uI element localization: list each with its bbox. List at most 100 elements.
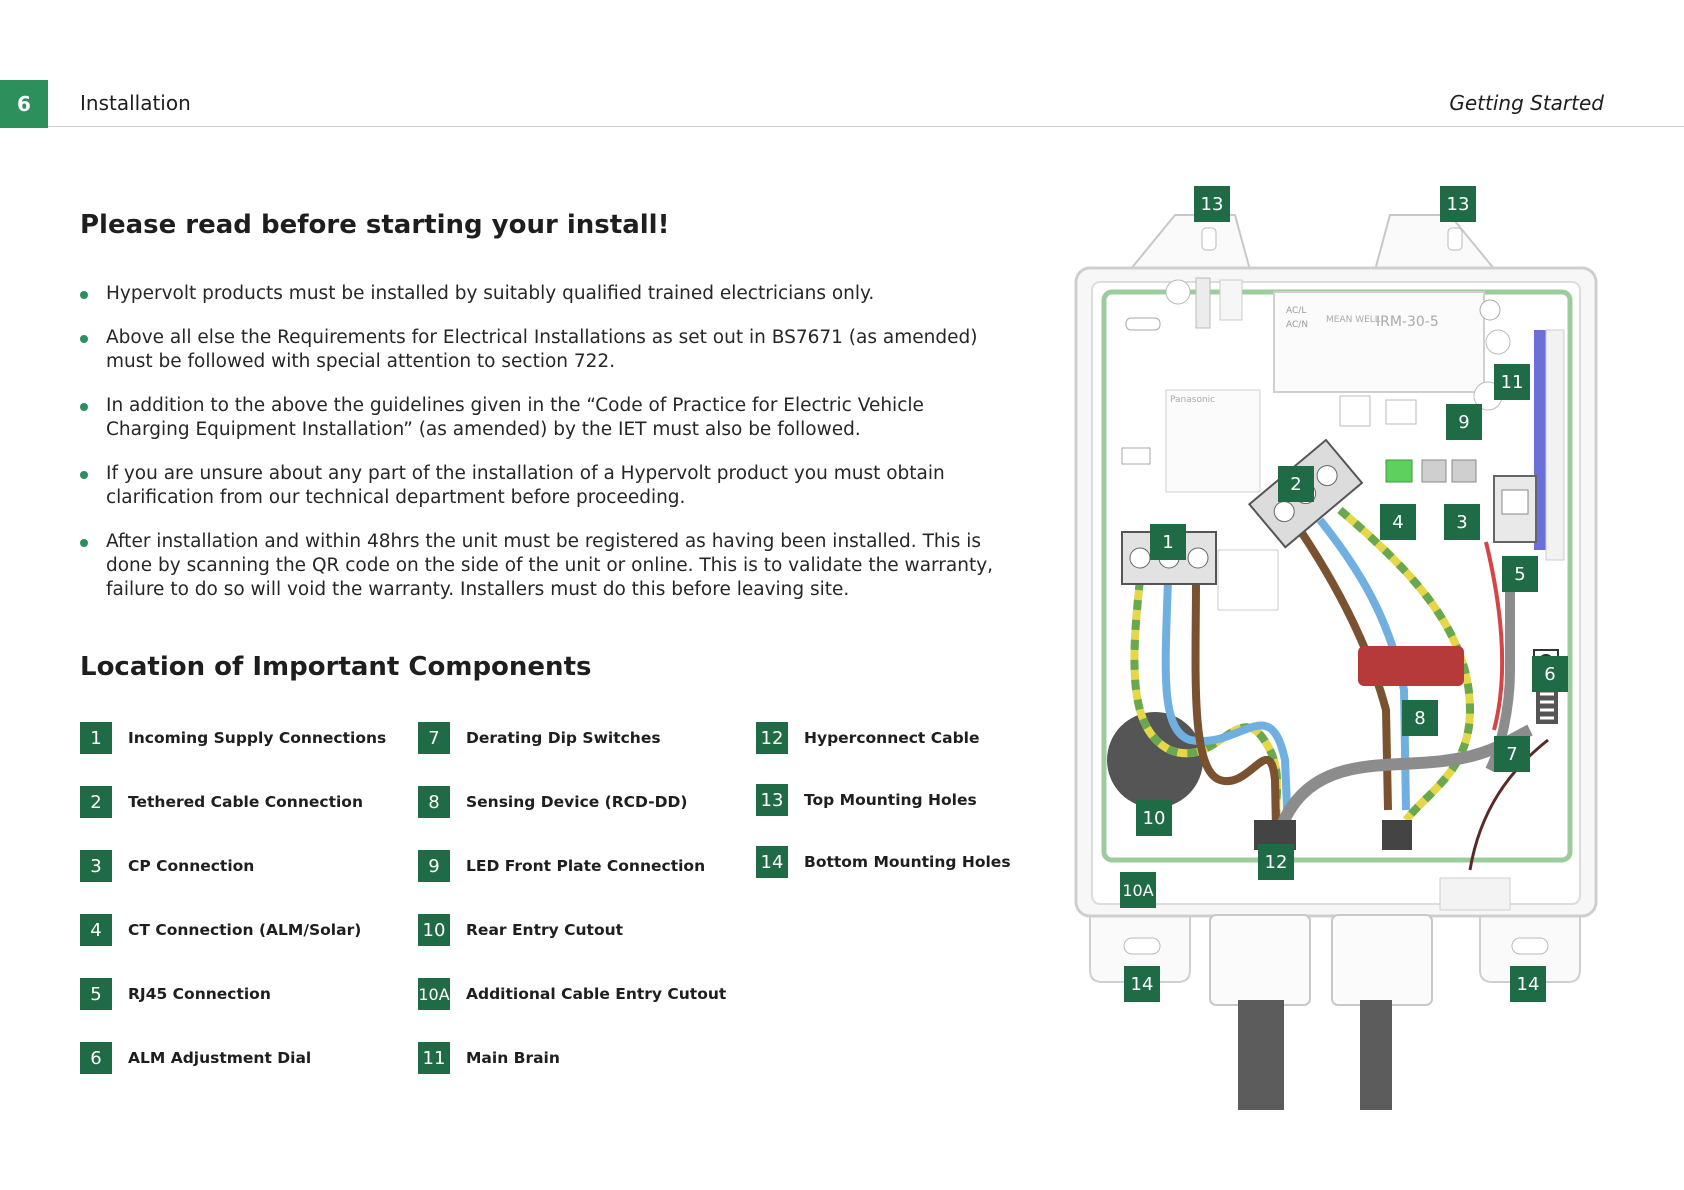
bullet-icon <box>80 291 88 299</box>
section-title: Installation <box>80 91 191 115</box>
callout-2: 2 <box>1278 466 1314 502</box>
callout-5: 5 <box>1502 556 1538 592</box>
pcb-connector <box>1121 447 1151 465</box>
callout-label: 9 <box>1458 412 1469 433</box>
callout-label: 10A <box>1122 881 1153 900</box>
fuse-holder <box>1195 277 1211 329</box>
instruction-text: After installation and within 48hrs the … <box>106 531 994 600</box>
legend-label: CP Connection <box>128 857 255 875</box>
top-mounting-tab-left <box>1127 214 1252 271</box>
legend-label: Derating Dip Switches <box>466 729 661 747</box>
legend-item-7: 7 Derating Dip Switches <box>418 722 661 754</box>
instruction-list: Hypervolt products must be installed by … <box>80 282 1010 622</box>
callout-14-right: 14 <box>1510 966 1546 1002</box>
callout-label: 11 <box>1501 372 1524 393</box>
legend-number: 8 <box>418 786 450 818</box>
callout-6: 6 <box>1532 656 1568 692</box>
instruction-item: If you are unsure about any part of the … <box>80 462 1010 510</box>
cp-connector-b <box>1451 459 1477 483</box>
legend-label: Hyperconnect Cable <box>804 729 980 747</box>
legend-label: CT Connection (ALM/Solar) <box>128 921 362 939</box>
callout-label: 4 <box>1392 512 1403 533</box>
psu-ac-l-label: AC/L <box>1286 306 1306 316</box>
bullet-icon <box>80 539 88 547</box>
instruction-item: Above all else the Requirements for Elec… <box>80 326 1010 374</box>
legend-label: Sensing Device (RCD-DD) <box>466 793 688 811</box>
cable-right <box>1360 1000 1392 1110</box>
legend-item-11: 11 Main Brain <box>418 1042 560 1074</box>
legend-item-9: 9 LED Front Plate Connection <box>418 850 705 882</box>
callout-4: 4 <box>1380 504 1416 540</box>
bullet-icon <box>80 471 88 479</box>
instruction-item: Hypervolt products must be installed by … <box>80 282 1010 306</box>
instruction-text: If you are unsure about any part of the … <box>106 463 945 508</box>
legend-number: 1 <box>80 722 112 754</box>
callout-1: 1 <box>1150 524 1186 560</box>
legend-number: 11 <box>418 1042 450 1074</box>
bullet-icon <box>80 335 88 343</box>
pcb-component <box>1219 279 1243 321</box>
callout-9: 9 <box>1446 404 1482 440</box>
legend-label: Bottom Mounting Holes <box>804 853 1011 871</box>
legend-item-14: 14 Bottom Mounting Holes <box>756 846 1011 878</box>
legend-label: LED Front Plate Connection <box>466 857 706 875</box>
callout-label: 14 <box>1131 974 1154 995</box>
cable-entry-bracket <box>1439 877 1511 911</box>
bullet-icon <box>80 403 88 411</box>
legend-label: RJ45 Connection <box>128 985 271 1003</box>
instruction-text: Hypervolt products must be installed by … <box>106 283 875 304</box>
pcb-button <box>1479 299 1501 321</box>
chapter-title: Getting Started <box>1449 91 1604 115</box>
pcb-ic <box>1339 395 1371 427</box>
bottom-mounting-hole-left <box>1123 937 1161 955</box>
bottom-mounting-hole-right <box>1511 937 1549 955</box>
legend-item-10a: 10A Additional Cable Entry Cutout <box>418 978 726 1010</box>
legend-number: 5 <box>80 978 112 1010</box>
legend-number: 7 <box>418 722 450 754</box>
terminal-screw <box>1129 547 1151 569</box>
relay-housing <box>1165 389 1261 493</box>
callout-3: 3 <box>1444 504 1480 540</box>
legend-number: 9 <box>418 850 450 882</box>
rcd-dd-sensor <box>1358 646 1464 686</box>
relay-brand-label: Panasonic <box>1170 395 1215 405</box>
capacitor <box>1165 279 1191 305</box>
instruction-item: In addition to the above the guidelines … <box>80 394 1010 442</box>
callout-label: 2 <box>1290 474 1301 495</box>
callout-label: 5 <box>1514 564 1525 585</box>
legend-number: 13 <box>756 784 788 816</box>
legend-number: 14 <box>756 846 788 878</box>
legend-label: Additional Cable Entry Cutout <box>466 985 727 1003</box>
callout-label: 7 <box>1506 744 1517 765</box>
instruction-text: Above all else the Requirements for Elec… <box>106 327 978 372</box>
psu-model-label: IRM-30-5 <box>1376 314 1439 330</box>
callout-13-right: 13 <box>1440 186 1476 222</box>
callout-13-left: 13 <box>1194 186 1230 222</box>
tethered-grommet <box>1382 820 1412 850</box>
callout-label: 12 <box>1265 852 1288 873</box>
legend-label: ALM Adjustment Dial <box>128 1049 312 1067</box>
legend-item-4: 4 CT Connection (ALM/Solar) <box>80 914 361 946</box>
header-divider <box>48 126 1684 127</box>
page-number-badge: 6 <box>0 80 48 128</box>
rj45-socket <box>1501 489 1529 515</box>
ct-connector <box>1385 459 1413 483</box>
legend-item-3: 3 CP Connection <box>80 850 254 882</box>
cable-gland-right <box>1331 914 1433 1006</box>
page-heading: Please read before starting your install… <box>80 210 670 240</box>
callout-label: 3 <box>1456 512 1467 533</box>
legend-number: 3 <box>80 850 112 882</box>
legend-number: 6 <box>80 1042 112 1074</box>
legend-label: Tethered Cable Connection <box>128 793 363 811</box>
charger-internal-diagram: AC/L AC/N MEAN WELL IRM-30-5 Panasonic 1… <box>1074 186 1598 1110</box>
pcb-capacitor <box>1485 329 1511 355</box>
legend-number: 12 <box>756 722 788 754</box>
components-heading: Location of Important Components <box>80 652 592 682</box>
legend-item-12: 12 Hyperconnect Cable <box>756 722 980 754</box>
psu-brand-label: MEAN WELL <box>1326 315 1380 325</box>
top-mounting-hole-left <box>1201 227 1217 251</box>
instruction-text: In addition to the above the guidelines … <box>106 395 924 440</box>
instruction-item: After installation and within 48hrs the … <box>80 530 1010 602</box>
terminal-screw <box>1187 547 1209 569</box>
callout-label: 10 <box>1143 808 1166 829</box>
